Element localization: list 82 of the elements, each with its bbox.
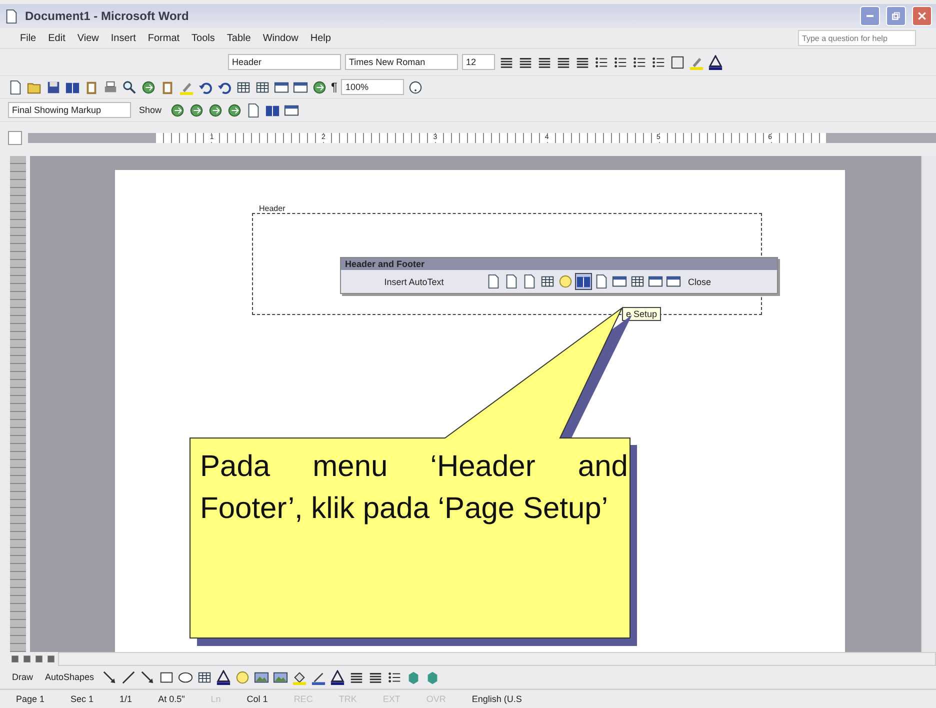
header-label: Header — [259, 204, 286, 213]
triangle-icon[interactable] — [708, 54, 724, 70]
window-icon[interactable] — [293, 80, 308, 94]
status-item: At 0.5" — [158, 694, 185, 704]
menu-item[interactable]: View — [77, 32, 99, 44]
minimize-icon — [866, 15, 874, 17]
status-item: 1/1 — [120, 694, 132, 704]
style-dropdown[interactable]: Header — [228, 54, 341, 70]
show-button[interactable]: Show — [135, 105, 166, 115]
line-icon[interactable] — [121, 670, 136, 684]
menu-item[interactable]: Table — [226, 32, 251, 44]
menu-item[interactable]: Window — [262, 32, 298, 44]
border-icon[interactable] — [670, 54, 686, 70]
close-toolbar-button[interactable]: Close — [684, 276, 716, 286]
printer-icon[interactable] — [103, 80, 118, 94]
window-icon[interactable] — [284, 102, 299, 118]
list-icon[interactable] — [594, 54, 610, 70]
window-icon[interactable] — [274, 80, 289, 94]
oval-icon[interactable] — [178, 670, 194, 684]
status-item: Sec 1 — [70, 694, 94, 704]
page-icon[interactable] — [522, 274, 537, 289]
menu-item[interactable]: Help — [310, 32, 331, 44]
window-icon[interactable] — [612, 274, 627, 289]
window-icon[interactable] — [666, 274, 681, 289]
table-icon[interactable] — [197, 670, 212, 684]
toolbar-title: Header and Footer — [341, 258, 777, 270]
status-item: Page 1 — [16, 694, 45, 704]
menu-item[interactable]: Insert — [110, 32, 136, 44]
tab-selector[interactable] — [8, 131, 22, 145]
page-icon[interactable] — [594, 274, 609, 289]
menu-item[interactable]: Format — [148, 32, 180, 44]
undo-icon[interactable] — [217, 80, 232, 94]
font-dropdown[interactable]: Times New Roman — [345, 54, 458, 70]
draw-menu-button[interactable]: Draw — [8, 672, 38, 682]
zoom-dropdown[interactable]: 100% — [341, 79, 404, 95]
page-icon[interactable] — [246, 102, 261, 118]
horizontal-scrollbar[interactable] — [58, 652, 936, 666]
page-icon[interactable] — [486, 274, 501, 289]
arrow-icon[interactable] — [102, 670, 118, 684]
restore-button[interactable] — [886, 6, 906, 26]
page-icon[interactable] — [8, 80, 23, 94]
triangle-icon[interactable] — [330, 670, 346, 684]
help-search-field[interactable]: Type a question for help — [798, 30, 916, 46]
menu-item[interactable]: File — [20, 32, 36, 44]
picture-icon[interactable] — [254, 670, 270, 684]
picture-icon[interactable] — [273, 670, 288, 684]
autoshapes-menu-button[interactable]: AutoShapes — [41, 672, 98, 682]
display-dropdown[interactable]: Final Showing Markup — [8, 102, 131, 118]
undo-icon[interactable] — [198, 80, 213, 94]
insert-autotext-button[interactable]: Insert AutoText — [345, 276, 483, 286]
list-icon[interactable] — [387, 670, 402, 684]
fill-color-icon[interactable] — [292, 670, 308, 684]
table-icon[interactable] — [255, 80, 270, 94]
table-icon[interactable] — [630, 274, 645, 289]
rectangle-icon[interactable] — [159, 670, 174, 684]
window-title: Document1 - Microsoft Word — [25, 9, 189, 23]
list-icon[interactable] — [632, 54, 648, 70]
restore-icon — [891, 11, 901, 21]
show-hide-button[interactable]: ¶ — [331, 80, 338, 94]
help-icon[interactable] — [408, 80, 424, 94]
window-icon[interactable] — [648, 274, 663, 289]
search-icon[interactable] — [122, 80, 137, 94]
arrow-icon[interactable] — [140, 670, 156, 684]
table-icon[interactable] — [540, 274, 555, 289]
list-icon[interactable] — [651, 54, 666, 70]
vertical-scrollbar[interactable] — [921, 156, 936, 652]
menu-item[interactable]: Tools — [192, 32, 215, 44]
menu-item[interactable]: Edit — [48, 32, 66, 44]
page-icon[interactable] — [504, 274, 519, 289]
document-icon — [4, 8, 19, 24]
table-icon[interactable] — [236, 80, 251, 94]
font-size-dropdown[interactable]: 12 — [462, 54, 496, 70]
book-icon[interactable] — [576, 274, 591, 289]
status-item: Col 1 — [246, 694, 268, 704]
close-button[interactable] — [912, 6, 932, 26]
close-icon — [917, 11, 927, 21]
status-item: English (U.S — [472, 694, 522, 704]
list-icon[interactable] — [613, 54, 628, 70]
triangle-icon[interactable] — [216, 670, 232, 684]
minimize-button[interactable] — [860, 6, 880, 26]
callout-text: Pada menu ‘Header and Footer’, klik pada ‘Page Setup’ — [200, 449, 628, 527]
tooltip: e Setup — [622, 307, 662, 321]
